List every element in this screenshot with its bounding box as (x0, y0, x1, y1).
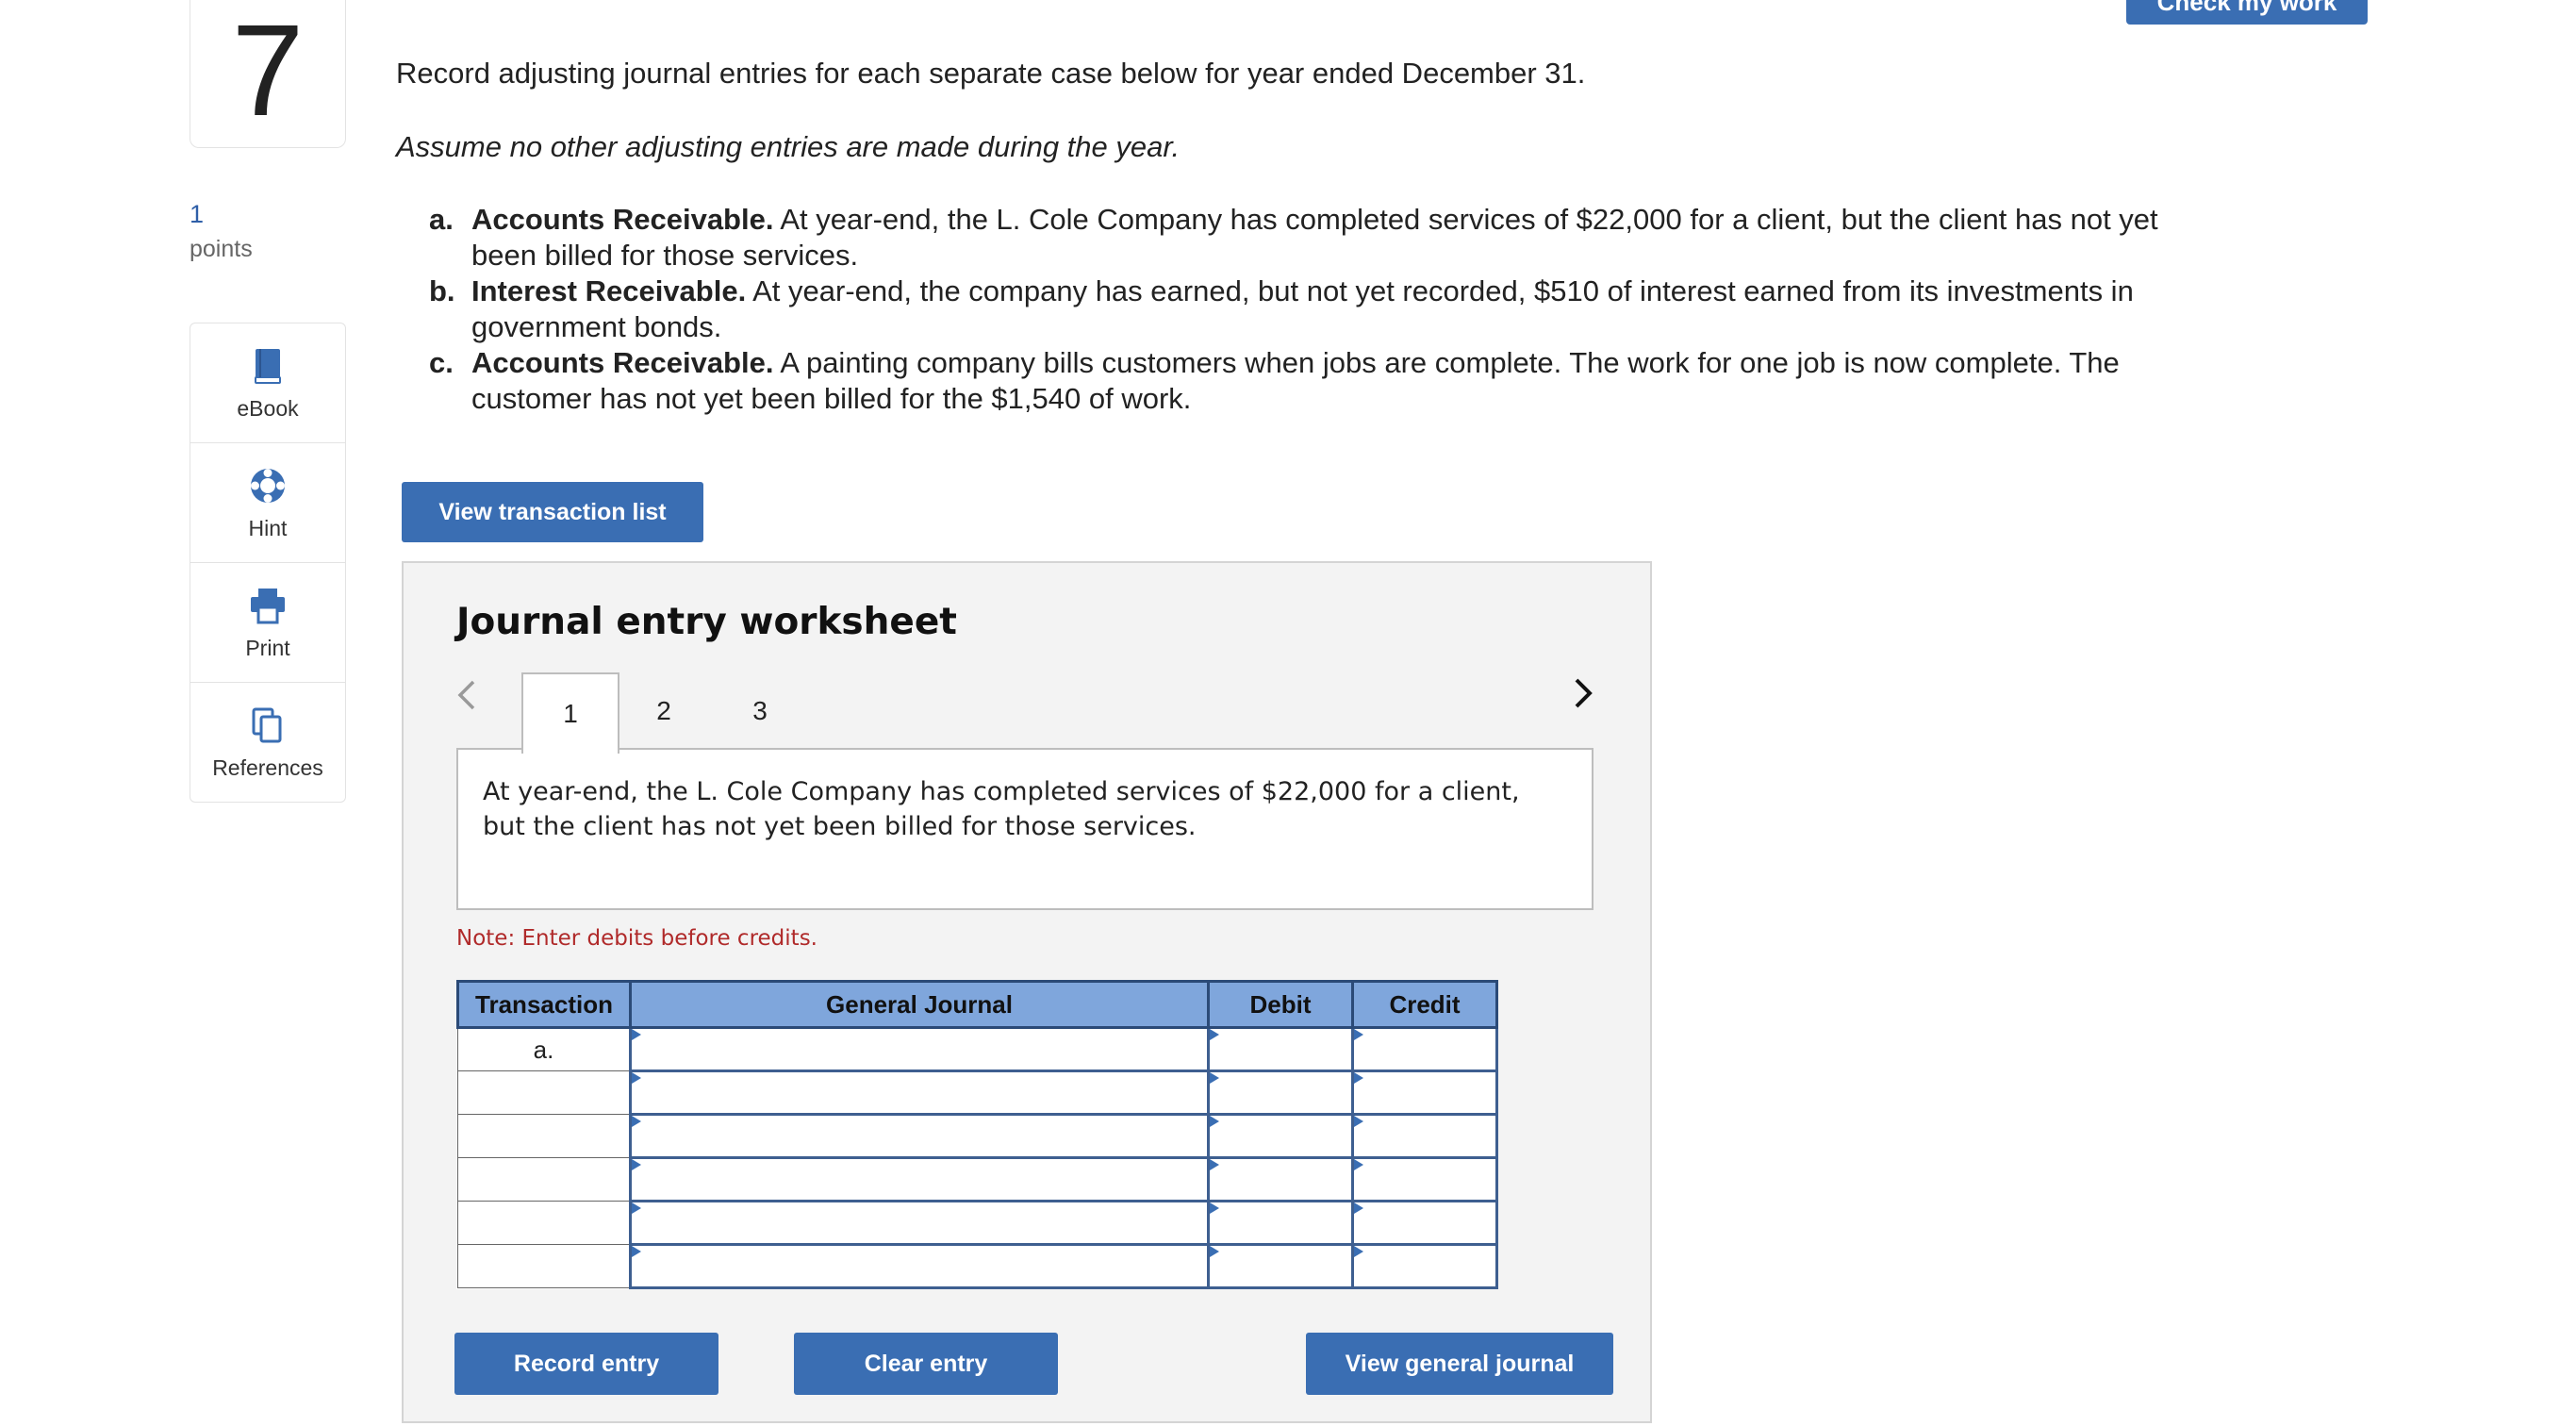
column-header-transaction: Transaction (456, 980, 632, 1029)
transaction-cell (457, 1244, 631, 1288)
references-label: References (212, 754, 323, 780)
debit-input[interactable] (1207, 1113, 1354, 1159)
column-header-debit: Debit (1207, 980, 1354, 1029)
case-title: Accounts Receivable. (471, 346, 774, 379)
transaction-description: At year-end, the L. Cole Company has com… (456, 748, 1593, 910)
case-title: Accounts Receivable. (471, 203, 774, 236)
account-input[interactable] (629, 1026, 1210, 1072)
case-list: a. Accounts Receivable. At year-end, the… (429, 202, 2173, 417)
debit-input[interactable] (1207, 1026, 1354, 1072)
view-transaction-list-button[interactable]: View transaction list (402, 482, 703, 542)
hint-button[interactable]: Hint (190, 443, 345, 563)
ebook-button[interactable]: eBook (190, 323, 345, 443)
debit-input[interactable] (1207, 1070, 1354, 1116)
table-row (457, 1156, 1498, 1202)
journal-table: Transaction General Journal Debit Credit… (456, 980, 1498, 1289)
print-button[interactable]: Print (190, 563, 345, 683)
table-row (457, 1243, 1498, 1289)
tab-1[interactable]: 1 (521, 672, 619, 754)
points-value: 1 (190, 200, 205, 228)
credit-input[interactable] (1351, 1156, 1498, 1202)
record-entry-button[interactable]: Record entry (454, 1333, 718, 1395)
journal-entry-worksheet: Journal entry worksheet 1 2 3 At year-en… (402, 561, 1652, 1423)
case-letter: a. (429, 203, 454, 236)
transaction-cell: a. (457, 1027, 631, 1071)
case-item: b. Interest Receivable. At year-end, the… (429, 274, 2173, 345)
chevron-right-icon[interactable] (1569, 674, 1597, 712)
lifebuoy-icon (251, 468, 285, 503)
worksheet-title: Journal entry worksheet (456, 601, 957, 643)
account-input[interactable] (629, 1113, 1210, 1159)
table-row (457, 1200, 1498, 1246)
credit-input[interactable] (1351, 1200, 1498, 1246)
column-header-credit: Credit (1351, 980, 1498, 1029)
column-header-general-journal: General Journal (629, 980, 1210, 1029)
credit-input[interactable] (1351, 1026, 1498, 1072)
credit-input[interactable] (1351, 1070, 1498, 1116)
transaction-cell (457, 1070, 631, 1115)
case-item: c. Accounts Receivable. A painting compa… (429, 345, 2173, 417)
account-input[interactable] (629, 1070, 1210, 1116)
credit-input[interactable] (1351, 1243, 1498, 1289)
transaction-cell (457, 1157, 631, 1202)
debit-input[interactable] (1207, 1156, 1354, 1202)
case-title: Interest Receivable. (471, 274, 747, 307)
references-button[interactable]: References (190, 683, 345, 802)
debit-input[interactable] (1207, 1200, 1354, 1246)
printer-icon (251, 588, 285, 623)
question-number: 7 (190, 0, 346, 148)
ebook-label: eBook (237, 395, 299, 421)
account-input[interactable] (629, 1156, 1210, 1202)
credit-input[interactable] (1351, 1113, 1498, 1159)
book-icon (255, 348, 281, 384)
question-prompt: Record adjusting journal entries for eac… (396, 57, 1586, 90)
chevron-left-icon[interactable] (453, 676, 481, 714)
entry-note: Note: Enter debits before credits. (456, 926, 817, 951)
account-input[interactable] (629, 1243, 1210, 1289)
table-row: a. (457, 1026, 1498, 1072)
case-letter: b. (429, 274, 455, 307)
debit-input[interactable] (1207, 1243, 1354, 1289)
transaction-cell (457, 1201, 631, 1245)
account-input[interactable] (629, 1200, 1210, 1246)
table-row (457, 1113, 1498, 1159)
copy-icon (252, 707, 282, 742)
table-row (457, 1070, 1498, 1116)
points-label: points (190, 236, 253, 262)
question-assumption: Assume no other adjusting entries are ma… (396, 130, 1181, 163)
case-item: a. Accounts Receivable. At year-end, the… (429, 202, 2173, 274)
tool-panel: eBook Hint Print References (190, 323, 346, 803)
clear-entry-button[interactable]: Clear entry (794, 1333, 1058, 1395)
tab-3[interactable]: 3 (713, 672, 807, 750)
case-letter: c. (429, 346, 454, 379)
transaction-cell (457, 1114, 631, 1158)
check-my-work-button[interactable]: Check my work (2126, 0, 2368, 25)
print-label: Print (245, 635, 290, 660)
hint-label: Hint (248, 515, 288, 540)
tab-2[interactable]: 2 (617, 672, 711, 750)
view-general-journal-button[interactable]: View general journal (1306, 1333, 1613, 1395)
